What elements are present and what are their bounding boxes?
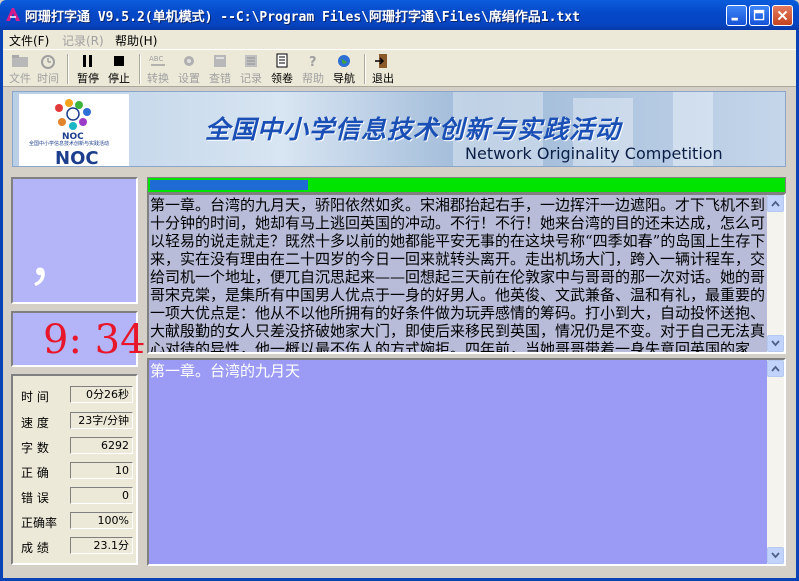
- typing-scrollbar[interactable]: [767, 360, 784, 564]
- toolbar-help-button[interactable]: ? 帮助: [298, 52, 328, 86]
- chevron-down-icon: [771, 552, 780, 559]
- noc-logo-mark: [55, 99, 91, 130]
- typing-area[interactable]: 第一章。台湾的九月天: [147, 358, 786, 566]
- close-button[interactable]: [772, 5, 793, 26]
- stat-accuracy-value: 100%: [70, 512, 133, 529]
- timer-icon: [41, 55, 55, 69]
- typed-text: 第一章。台湾的九月天: [150, 362, 301, 380]
- toolbar-convert-label: 转换: [147, 72, 169, 85]
- toolbar-help-label: 帮助: [302, 72, 324, 85]
- toolbar-stop-label: 停止: [108, 72, 130, 85]
- stat-count-value: 6292: [70, 437, 133, 454]
- stat-speed-value: 23字/分钟: [70, 412, 133, 429]
- stat-score-value: 23.1分: [70, 537, 133, 554]
- chevron-up-icon: [771, 365, 780, 372]
- chevron-up-icon: [771, 200, 780, 207]
- toolbar-nav-label: 导航: [333, 72, 355, 85]
- record-icon: [245, 55, 257, 67]
- toolbar-settings-button[interactable]: 设置: [174, 52, 204, 86]
- stat-error-label: 错 误: [21, 491, 49, 505]
- stat-time-value: 0分26秒: [70, 386, 133, 403]
- scroll-up-button[interactable]: [767, 360, 784, 377]
- toolbar-paper-button[interactable]: 领卷: [267, 52, 297, 86]
- stat-correct-label: 正 确: [21, 466, 49, 480]
- toolbar-record-label: 记录: [240, 72, 262, 85]
- toolbar-time-button[interactable]: 时间: [33, 52, 63, 86]
- folder-icon: [12, 55, 28, 67]
- toolbar-separator: [67, 54, 69, 84]
- toolbar-pause-label: 暂停: [77, 72, 99, 85]
- check-icon: [214, 55, 226, 67]
- toolbar-record-button[interactable]: 记录: [236, 52, 266, 86]
- toolbar-separator: [364, 54, 366, 84]
- stat-speed-label: 速 度: [21, 416, 49, 430]
- toolbar-settings-label: 设置: [178, 72, 200, 85]
- source-text-panel: 第一章。台湾的九月天，骄阳依然如炙。宋湘郡抬起右手，一边挥汗一边遮阳。才下飞机不…: [147, 193, 786, 354]
- window-border-left: [0, 30, 3, 581]
- menu-file[interactable]: 文件(F): [9, 32, 49, 49]
- toolbar-paper-label: 领卷: [271, 72, 293, 85]
- source-text: 第一章。台湾的九月天，骄阳依然如炙。宋湘郡抬起右手，一边挥汗一边遮阳。才下飞机不…: [150, 196, 766, 354]
- stat-accuracy-label: 正确率: [21, 516, 58, 530]
- current-char: ，: [27, 230, 81, 293]
- clock-display: 9: 34: [43, 317, 146, 363]
- menu-record[interactable]: 记录(R): [62, 32, 104, 49]
- toolbar-pause-button[interactable]: 暂停: [73, 52, 103, 86]
- chevron-down-icon: [771, 340, 780, 347]
- toolbar-file-button[interactable]: 文件: [5, 52, 35, 86]
- paper-icon: [276, 53, 288, 68]
- toolbar-stop-button[interactable]: 停止: [104, 52, 134, 86]
- globe-icon: [338, 55, 350, 67]
- window-title: 阿珊打字通 V9.5.2(单机模式) --C:\Program Files\阿珊…: [25, 10, 580, 25]
- help-icon: ?: [309, 55, 317, 69]
- menu-bar: 文件(F) 记录(R) 帮助(H): [3, 30, 796, 49]
- toolbar-file-label: 文件: [9, 72, 31, 85]
- toolbar-time-label: 时间: [37, 72, 59, 85]
- noc-logo-text: NOC: [55, 148, 99, 167]
- abc-convert-icon: ABC: [149, 55, 165, 66]
- banner-title-en: Network Originality Competition: [465, 144, 723, 163]
- progress-bar: [147, 177, 786, 193]
- svg-text:?: ?: [309, 55, 317, 69]
- stat-score-label: 成 绩: [21, 541, 49, 555]
- toolbar-check-button[interactable]: 查错: [205, 52, 235, 86]
- stat-time-label: 时 间: [21, 390, 49, 404]
- menu-help[interactable]: 帮助(H): [115, 32, 157, 49]
- toolbar-exit-button[interactable]: 退出: [368, 52, 398, 86]
- stat-correct-value: 10: [70, 462, 133, 479]
- maximize-icon: [753, 9, 765, 21]
- minimize-button[interactable]: [726, 5, 747, 26]
- banner-title-cn: 全国中小学信息技术创新与实践活动: [205, 115, 622, 144]
- toolbar-separator: [139, 54, 141, 84]
- toolbar-convert-button[interactable]: ABC 转换: [143, 52, 173, 86]
- toolbar: 文件 时间 暂停 停止 ABC 转换 设置 查错 记录 领卷 ? 帮助 导航 退…: [3, 49, 796, 87]
- noc-logo-caption: 全国中小学信息技术创新与实践活动: [29, 141, 110, 147]
- gear-icon: [184, 56, 194, 66]
- stats-panel: 时 间 0分26秒 速 度 23字/分钟 字 数 6292 正 确 10 错 误…: [11, 374, 138, 565]
- exit-icon: [375, 54, 387, 68]
- progress-fill: [150, 180, 308, 190]
- clock-panel: 9: 34: [11, 311, 146, 367]
- minimize-icon: [731, 17, 738, 21]
- stat-error-value: 0: [70, 487, 133, 504]
- toolbar-nav-button[interactable]: 导航: [329, 52, 359, 86]
- app-icon: [6, 8, 20, 21]
- stat-count-label: 字 数: [21, 441, 49, 455]
- scroll-down-button[interactable]: [767, 335, 784, 352]
- scroll-up-button[interactable]: [767, 195, 784, 212]
- toolbar-check-label: 查错: [209, 72, 231, 85]
- pause-icon: [83, 55, 92, 67]
- maximize-button[interactable]: [749, 5, 770, 26]
- svg-text:ABC: ABC: [149, 55, 163, 63]
- title-bar[interactable]: 阿珊打字通 V9.5.2(单机模式) --C:\Program Files\阿珊…: [0, 0, 799, 30]
- close-icon: [777, 10, 788, 21]
- source-scrollbar[interactable]: [767, 195, 784, 352]
- stop-icon: [114, 56, 124, 66]
- scroll-down-button[interactable]: [767, 547, 784, 564]
- toolbar-exit-label: 退出: [372, 72, 394, 85]
- noc-logo: NOC 全国中小学信息技术创新与实践活动 NOC: [19, 94, 129, 166]
- current-char-panel: ，: [11, 177, 138, 304]
- noc-banner: NOC 全国中小学信息技术创新与实践活动 NOC 全国中小学信息技术创新与实践活…: [12, 91, 786, 167]
